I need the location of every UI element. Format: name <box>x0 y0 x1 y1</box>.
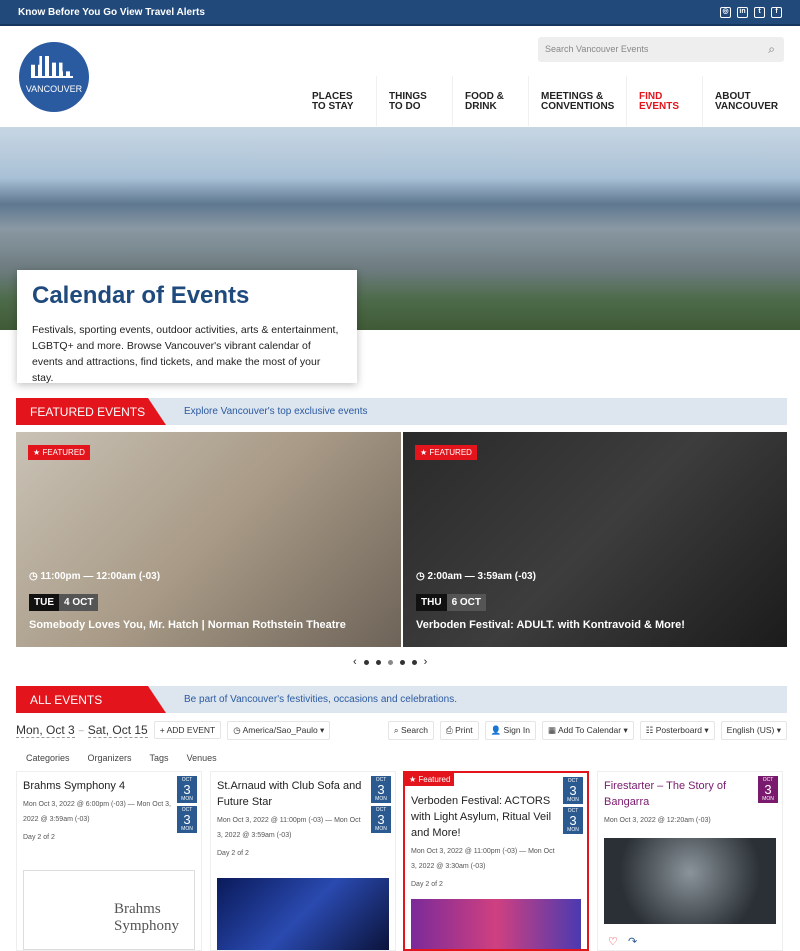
all-events-band: ALL EVENTS Be part of Vancouver's festiv… <box>16 686 787 713</box>
event-meta: Mon Oct 3, 2022 @ 11:00pm (-03) — Mon Oc… <box>217 817 361 839</box>
event-title[interactable]: Firestarter – The Story of Bangarra <box>604 778 754 810</box>
linkedin-icon[interactable]: in <box>737 6 748 18</box>
event-title[interactable]: Verboden Festival: ADULT. with Kontravoi… <box>416 619 685 631</box>
event-title[interactable]: St.Arnaud with Club Sofa and Future Star <box>217 778 367 810</box>
event-image[interactable] <box>604 838 776 924</box>
hero-card: Calendar of Events Festivals, sporting e… <box>17 270 357 384</box>
search-icon[interactable]: ⌕ <box>768 42 775 57</box>
featured-event[interactable]: ★ FEATURED ◷ 11:00pm — 12:00am (-03) TUE… <box>16 432 401 647</box>
event-day: Day 2 of 2 <box>217 850 249 857</box>
event-card-featured[interactable]: ★ Featured Verboden Festival: ACTORS wit… <box>403 771 589 951</box>
date-badge: OCT 3 MON <box>758 776 778 803</box>
event-day: Day 2 of 2 <box>23 834 55 841</box>
travel-alerts-link[interactable]: Know Before You Go View Travel Alerts <box>18 7 205 18</box>
filter-categories[interactable]: Categories <box>26 753 70 763</box>
carousel-dot[interactable] <box>387 659 393 665</box>
carousel-dot[interactable] <box>399 659 405 665</box>
event-image[interactable] <box>411 899 581 949</box>
featured-badge: ★ Featured <box>405 773 455 786</box>
event-card[interactable]: Firestarter – The Story of Bangarra Mon … <box>597 771 783 951</box>
date-badge: OCT 3 MON <box>563 777 583 804</box>
filters: Categories Organizers Tags Venues <box>26 753 217 763</box>
share-icon[interactable]: ↷ <box>628 935 637 948</box>
main-nav: Places to stay Things to do Food & drink… <box>300 76 792 126</box>
event-card[interactable]: St.Arnaud with Club Sofa and Future Star… <box>210 771 396 951</box>
featured-heading: FEATURED EVENTS <box>16 398 166 425</box>
all-events-subtitle: Be part of Vancouver's festivities, occa… <box>184 694 457 705</box>
search-button[interactable]: ⌕ Search <box>387 720 434 740</box>
event-meta: Mon Oct 3, 2022 @ 12:20am (-03) <box>604 817 711 824</box>
nav-things[interactable]: Things to do <box>376 76 452 126</box>
logo-text: VANCOUVER <box>25 84 83 94</box>
event-card[interactable]: Brahms Symphony 4 Mon Oct 3, 2022 @ 6:00… <box>16 771 202 951</box>
header: VANCOUVER Search Vancouver Events ⌕ Place… <box>0 26 800 126</box>
date-badge: OCT 3 MON <box>371 806 391 833</box>
filter-tags[interactable]: Tags <box>150 753 169 763</box>
filter-organizers[interactable]: Organizers <box>88 753 132 763</box>
print-button[interactable]: ⎙ Print <box>439 720 479 740</box>
carousel-dot[interactable] <box>375 659 381 665</box>
hero-text: Festivals, sporting events, outdoor acti… <box>32 324 339 384</box>
event-image[interactable] <box>217 878 389 950</box>
sign-in-button[interactable]: 👤 Sign In <box>484 720 536 740</box>
search-input[interactable]: Search Vancouver Events ⌕ <box>538 37 784 62</box>
view-select[interactable]: ☷ Posterboard ▾ <box>639 720 715 740</box>
event-title[interactable]: Verboden Festival: ACTORS with Light Asy… <box>411 793 561 841</box>
calendar-toolbar: Mon, Oct 3– Sat, Oct 15 + ADD EVENT ◷ Am… <box>16 720 787 740</box>
filter-venues[interactable]: Venues <box>187 753 217 763</box>
add-event-button[interactable]: + ADD EVENT <box>153 721 222 739</box>
carousel-controls: ‹ › <box>353 656 427 668</box>
date-to[interactable]: Sat, Oct 15 <box>87 723 148 738</box>
date-badge: OCT 3 MON <box>177 776 197 803</box>
event-title[interactable]: Somebody Loves You, Mr. Hatch | Norman R… <box>29 619 346 631</box>
featured-badge: ★ FEATURED <box>28 445 90 460</box>
event-meta: Mon Oct 3, 2022 @ 6:00pm (-03) — Mon Oct… <box>23 801 171 823</box>
heart-icon[interactable]: ♡ <box>608 935 618 948</box>
all-events-heading: ALL EVENTS <box>16 686 166 713</box>
event-time: ◷ 2:00am — 3:59am (-03) <box>416 571 536 582</box>
featured-badge: ★ FEATURED <box>415 445 477 460</box>
featured-band: FEATURED EVENTS Explore Vancouver's top … <box>16 398 787 425</box>
nav-food[interactable]: Food & drink <box>452 76 528 126</box>
logo[interactable]: VANCOUVER <box>19 42 89 112</box>
facebook-icon[interactable]: f <box>771 6 782 18</box>
event-date: THU 6 OCT <box>416 594 487 611</box>
nav-find-events[interactable]: Find events <box>626 76 702 126</box>
event-day: Day 2 of 2 <box>411 881 443 888</box>
carousel-dot[interactable] <box>411 659 417 665</box>
search-placeholder: Search Vancouver Events <box>545 44 649 54</box>
nav-about[interactable]: About Vancouver <box>702 76 792 126</box>
featured-subtitle: Explore Vancouver's top exclusive events <box>184 406 368 417</box>
chevron-right-icon[interactable]: › <box>424 656 428 668</box>
date-badge: OCT 3 MON <box>177 806 197 833</box>
event-meta: Mon Oct 3, 2022 @ 11:00pm (-03) — Mon Oc… <box>411 848 555 870</box>
page-title: Calendar of Events <box>32 282 250 309</box>
top-bar: Know Before You Go View Travel Alerts ◎ i… <box>0 0 800 26</box>
twitter-icon[interactable]: t <box>754 6 765 18</box>
carousel-dot[interactable] <box>363 659 369 665</box>
language-select[interactable]: English (US) ▾ <box>720 720 787 740</box>
featured-event[interactable]: ★ FEATURED ◷ 2:00am — 3:59am (-03) THU 6 … <box>403 432 787 647</box>
date-from[interactable]: Mon, Oct 3 <box>16 723 75 738</box>
nav-meetings[interactable]: Meetings & conventions <box>528 76 626 126</box>
event-title[interactable]: Brahms Symphony 4 <box>23 778 173 794</box>
timezone-select[interactable]: ◷ America/Sao_Paulo ▾ <box>227 720 331 740</box>
event-time: ◷ 11:00pm — 12:00am (-03) <box>29 571 161 582</box>
date-badge: OCT 3 MON <box>563 807 583 834</box>
event-image[interactable]: Brahms Symphony <box>23 870 195 950</box>
add-to-calendar-button[interactable]: ▦ Add To Calendar ▾ <box>542 720 634 740</box>
event-date: TUE 4 OCT <box>29 594 99 611</box>
date-badge: OCT 3 MON <box>371 776 391 803</box>
nav-places[interactable]: Places to stay <box>300 76 376 126</box>
instagram-icon[interactable]: ◎ <box>720 6 731 18</box>
chevron-left-icon[interactable]: ‹ <box>353 656 357 668</box>
